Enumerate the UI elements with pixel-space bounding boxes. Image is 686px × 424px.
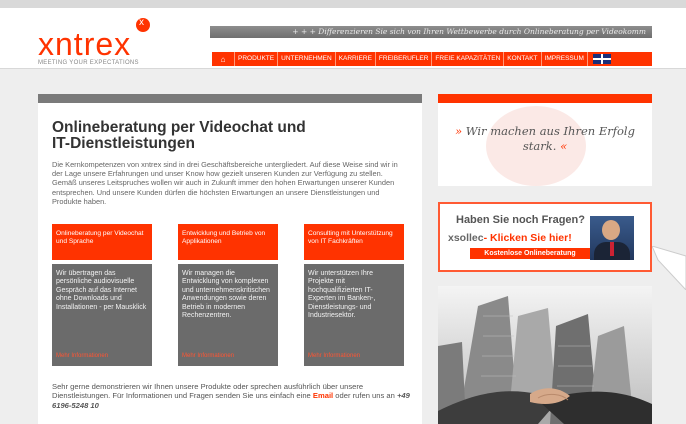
service-description-text: Wir unterstützen Ihre Projekte mit hochq… [308, 270, 376, 320]
nav-item-karriere[interactable]: KARRIERE [336, 52, 376, 66]
service-column-videochat: Onlineberatung per Videochat und Sprache… [52, 224, 152, 366]
slogan-box: » Wir machen aus Ihren Erfolg stark. « [438, 94, 652, 186]
contact-text-part2: oder rufen uns an [335, 391, 395, 401]
service-description: Wir übertragen das persönliche audiovisu… [52, 264, 152, 366]
quote-open-mark: » [455, 124, 463, 138]
nav-item-freie-kapazitaeten[interactable]: FREIE KAPAZITÄTEN [432, 52, 505, 66]
news-ticker: + + + Differenzieren Sie sich von Ihren … [210, 26, 652, 38]
service-description: Wir managen die Entwicklung von komplexe… [178, 264, 278, 366]
consultant-avatar [590, 216, 634, 260]
nav-item-impressum[interactable]: IMPRESSUM [542, 52, 588, 66]
more-info-link[interactable]: Mehr Informationen [56, 352, 108, 360]
questions-cta[interactable]: xsollec- Klicken Sie hier! [448, 232, 572, 244]
uk-flag-icon[interactable] [592, 54, 611, 64]
page-title-line2: IT-Dienstleistungen [52, 135, 195, 152]
slogan-top-bar [438, 94, 652, 103]
free-consultation-button[interactable]: Kostenlose Onlineberatung [470, 248, 590, 259]
more-info-link[interactable]: Mehr Informationen [308, 352, 360, 360]
brand-name: xsollec [448, 232, 484, 244]
nav-item-produkte[interactable]: PRODUKTE [235, 52, 279, 66]
logo-badge-icon [136, 17, 150, 32]
service-description-text: Wir managen die Entwicklung von komplexe… [182, 270, 270, 320]
quote-close-mark: « [560, 139, 568, 153]
pointer-arrow-icon [652, 246, 686, 290]
logo[interactable]: xntrex [38, 28, 131, 60]
intro-text: Die Kernkompetenzen von xntrex sind in d… [52, 160, 398, 206]
home-icon[interactable]: ⌂ [212, 52, 235, 66]
main-content: Onlineberatung per Videochat und IT-Dien… [38, 94, 422, 424]
site-header: xntrex MEETING YOUR EXPECTATIONS + + + D… [0, 8, 686, 69]
main-nav: ⌂ PRODUKTE UNTERNEHMEN KARRIERE FREIBERU… [212, 52, 652, 66]
page-title-line1: Onlineberatung per Videochat und [52, 119, 306, 136]
contact-teaser[interactable]: Haben Sie noch Fragen? xsollec- Klicken … [438, 202, 652, 272]
avatar-tie [610, 242, 614, 256]
nav-item-unternehmen[interactable]: UNTERNEHMEN [278, 52, 336, 66]
service-heading[interactable]: Entwicklung und Betrieb von Applikatione… [178, 224, 278, 260]
nav-item-freiberufler[interactable]: FREIBERUFLER [376, 52, 433, 66]
content-top-bar [38, 94, 422, 103]
service-description-text: Wir übertragen das persönliche audiovisu… [56, 270, 147, 311]
contact-text: Sehr gerne demonstrieren wir Ihnen unser… [52, 382, 412, 410]
service-column-applications: Entwicklung und Betrieb von Applikatione… [178, 224, 278, 366]
slogan-quote: Wir machen aus Ihren Erfolg stark. [465, 124, 635, 153]
service-description: Wir unterstützen Ihre Projekte mit hochq… [304, 264, 404, 366]
avatar-face [602, 220, 620, 240]
service-heading[interactable]: Consulting mit Unterstützung von IT Fach… [304, 224, 404, 260]
service-heading[interactable]: Onlineberatung per Videochat und Sprache [52, 224, 152, 260]
handshake-photo [438, 286, 652, 424]
handshake-skyline-image [438, 286, 652, 424]
nav-item-kontakt[interactable]: KONTAKT [504, 52, 542, 66]
tagline: MEETING YOUR EXPECTATIONS [38, 60, 139, 66]
more-info-link[interactable]: Mehr Informationen [182, 352, 234, 360]
email-link[interactable]: Email [313, 391, 333, 400]
questions-heading: Haben Sie noch Fragen? [456, 214, 585, 226]
page-title: Onlineberatung per Videochat und IT-Dien… [52, 120, 392, 152]
slogan-text: » Wir machen aus Ihren Erfolg stark. « [448, 124, 642, 154]
service-column-consulting: Consulting mit Unterstützung von IT Fach… [304, 224, 404, 366]
click-here-text[interactable]: - Klicken Sie hier! [484, 232, 572, 244]
